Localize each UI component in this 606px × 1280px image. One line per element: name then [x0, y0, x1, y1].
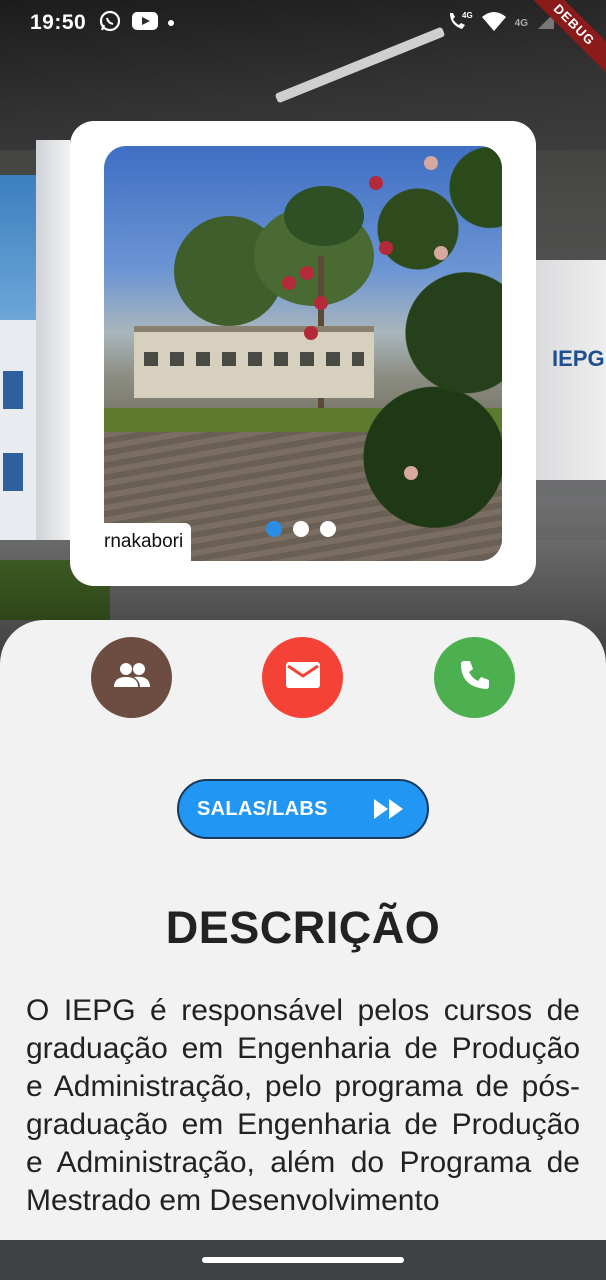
- wall-logo: IEPG: [552, 346, 605, 371]
- carousel-indicators: [266, 521, 336, 537]
- carousel-dot-1[interactable]: [266, 521, 282, 537]
- content-sheet: SALAS/LABS DESCRIÇÃO O IEPG é responsáve…: [0, 620, 606, 1280]
- svg-text:4G: 4G: [462, 11, 473, 20]
- flower: [434, 246, 448, 260]
- salas-labs-button[interactable]: SALAS/LABS: [177, 779, 429, 839]
- window: [0, 368, 26, 412]
- network-label: 4G: [514, 17, 528, 29]
- flowering-bush: [354, 146, 502, 561]
- whatsapp-icon: [98, 9, 122, 38]
- call-4g-icon: 4G: [447, 9, 473, 38]
- sky: [0, 175, 40, 325]
- window: [0, 450, 26, 494]
- description-text: O IEPG é responsável pelos cursos de gra…: [26, 994, 580, 1217]
- phone-button[interactable]: [434, 637, 515, 718]
- flower: [282, 276, 296, 290]
- image-card: rnakabori: [70, 121, 536, 586]
- email-button[interactable]: [262, 637, 343, 718]
- phone-icon: [458, 658, 492, 697]
- flower: [304, 326, 318, 340]
- wall-right: IEPG: [526, 260, 606, 480]
- wifi-icon: [481, 10, 507, 37]
- group-icon: [112, 661, 152, 694]
- flower: [424, 156, 438, 170]
- email-icon: [285, 661, 321, 694]
- notification-dot: [168, 20, 175, 26]
- salas-labs-label: SALAS/LABS: [197, 797, 328, 820]
- fast-forward-icon: [373, 798, 405, 825]
- flower: [379, 241, 393, 255]
- photo-credit: rnakabori: [104, 523, 192, 561]
- campus-building: [134, 326, 374, 398]
- status-bar: 19:50 4G 4G: [0, 0, 606, 46]
- flower: [369, 176, 383, 190]
- palm-crown: [284, 186, 364, 246]
- carousel-dot-3[interactable]: [320, 521, 336, 537]
- people-button[interactable]: [91, 637, 172, 718]
- image-carousel[interactable]: [104, 146, 502, 561]
- flower: [300, 266, 314, 280]
- carousel-dot-2[interactable]: [293, 521, 309, 537]
- pillar: [36, 140, 70, 570]
- home-gesture-handle[interactable]: [202, 1257, 404, 1263]
- flower: [314, 296, 328, 310]
- notification-icons: [98, 9, 175, 38]
- flower: [404, 466, 418, 480]
- navigation-bar: [0, 1240, 606, 1280]
- status-time: 19:50: [30, 11, 87, 34]
- youtube-icon: [132, 11, 159, 36]
- description-title: DESCRIÇÃO: [165, 902, 441, 953]
